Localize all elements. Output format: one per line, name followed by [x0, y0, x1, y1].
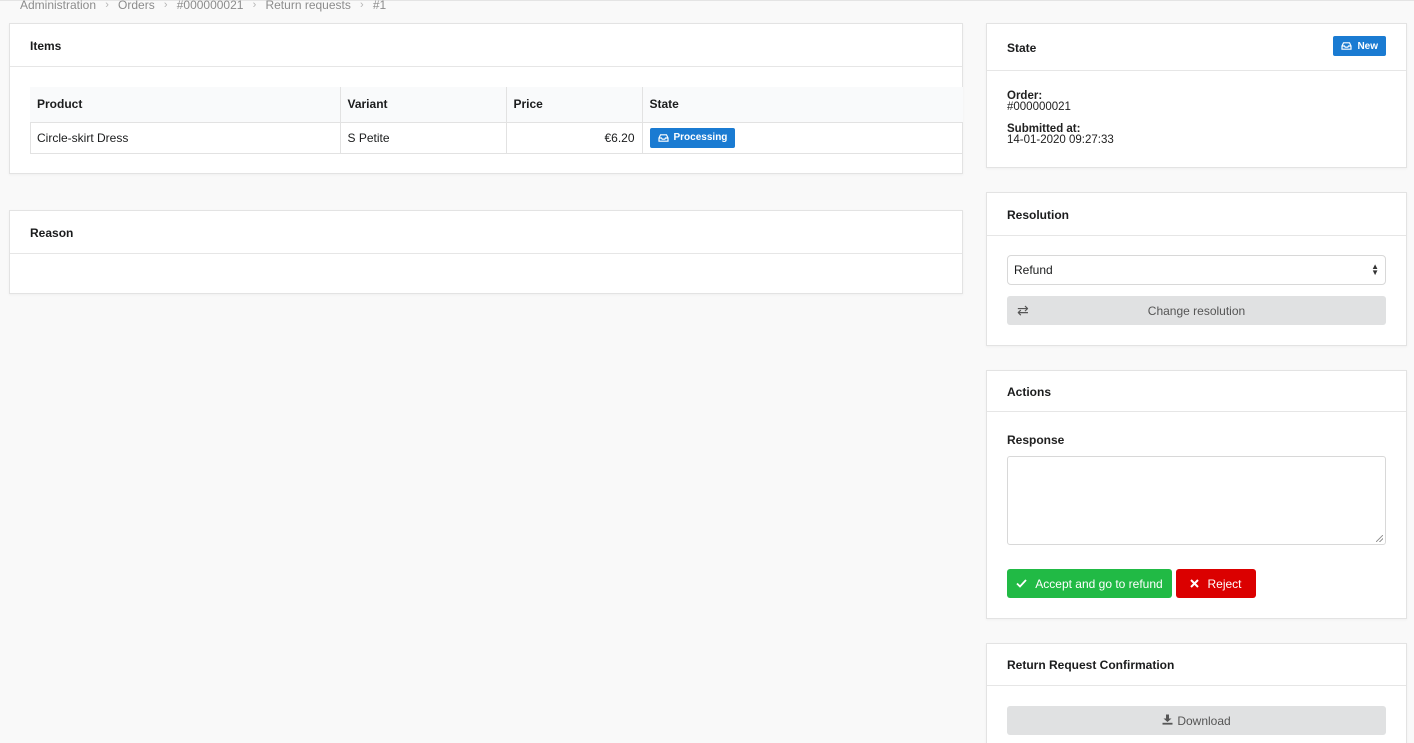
chevron-right-icon: › [360, 0, 364, 11]
reason-title: Reason [30, 226, 74, 240]
breadcrumb-return-requests[interactable]: Return requests [265, 0, 350, 12]
column-header-variant: Variant [339, 87, 506, 123]
inbox-icon [657, 133, 669, 142]
confirmation-card-header: Return Request Confirmation [987, 644, 1406, 686]
state-details: Order: #000000021 Submitted at: 14-01-20… [1007, 90, 1114, 157]
check-icon [1016, 577, 1027, 591]
chevron-right-icon: › [105, 0, 109, 11]
inbox-icon [1341, 42, 1353, 50]
times-icon [1190, 577, 1200, 591]
exchange-icon: ⇄ [1017, 302, 1029, 318]
resolution-title: Resolution [1007, 208, 1069, 222]
table-header-row: Product Variant Price State [30, 87, 963, 123]
breadcrumb-order-number[interactable]: #000000021 [177, 0, 244, 12]
accept-button-label: Accept and go to refund [1035, 576, 1163, 591]
submitted-value: 14-01-2020 09:27:33 [1007, 134, 1114, 146]
breadcrumb-current: #1 [372, 0, 387, 12]
actions-card-header: Actions [987, 371, 1406, 412]
state-card: State New Order: #000000021 Submitted at… [986, 23, 1407, 168]
response-textarea[interactable] [1007, 456, 1386, 545]
state-title: State [1007, 41, 1037, 55]
items-table: Product Variant Price State Circle-skirt… [30, 87, 963, 153]
column-header-state: State [641, 87, 963, 123]
cell-product: Circle-skirt Dress [37, 130, 129, 145]
reject-button-label: Reject [1207, 576, 1242, 591]
download-button[interactable]: Download [1007, 706, 1386, 735]
item-state-badge: Processing [649, 127, 736, 148]
accept-button[interactable]: Accept and go to refund [1007, 569, 1172, 598]
response-label: Response [1007, 433, 1065, 447]
item-state-label: Processing [673, 132, 728, 144]
items-card: Items Product Variant Price State Circle… [9, 23, 963, 174]
change-resolution-button[interactable]: ⇄ Change resolution [1007, 296, 1386, 325]
download-button-label: Download [1177, 713, 1231, 728]
breadcrumb-orders[interactable]: Orders [118, 0, 155, 12]
resolution-select-value: Refund [1014, 263, 1053, 277]
status-badge-label: New [1357, 40, 1378, 52]
chevron-right-icon: › [252, 0, 257, 11]
select-arrows-icon: ▲ ▼ [1371, 262, 1379, 277]
status-badge: New [1333, 36, 1386, 56]
column-header-product: Product [30, 87, 340, 123]
items-title: Items [30, 39, 62, 53]
resolution-card: Resolution Refund ▲ ▼ ⇄ Change resolution [986, 192, 1407, 346]
cell-state: Processing [641, 122, 963, 153]
change-resolution-label: Change resolution [1147, 303, 1246, 318]
breadcrumb-administration[interactable]: Administration [20, 0, 96, 12]
confirmation-card: Return Request Confirmation Download [986, 643, 1407, 743]
resize-grip-icon[interactable] [1376, 535, 1383, 542]
cell-price: €6.20 [505, 122, 642, 153]
resolution-select[interactable]: Refund ▲ ▼ [1007, 255, 1386, 285]
resolution-card-header: Resolution [987, 193, 1406, 236]
download-icon [1162, 714, 1173, 728]
reason-card-header: Reason [10, 211, 962, 254]
reject-button[interactable]: Reject [1176, 569, 1256, 598]
state-card-header: State New [987, 24, 1406, 71]
table-row: Circle-skirt Dress S Petite €6.20 Proces… [30, 122, 963, 153]
confirmation-title: Return Request Confirmation [1007, 658, 1175, 672]
actions-title: Actions [1007, 385, 1052, 399]
actions-card: Actions Response Accept and go to refund… [986, 370, 1407, 619]
chevron-right-icon: › [163, 0, 168, 11]
breadcrumb: Administration › Orders › #000000021 › R… [20, 0, 386, 12]
items-card-header: Items [10, 24, 962, 67]
reason-card: Reason [9, 210, 963, 294]
column-header-price: Price [505, 87, 642, 123]
cell-variant: S Petite [339, 122, 506, 153]
order-value: #000000021 [1007, 101, 1071, 113]
